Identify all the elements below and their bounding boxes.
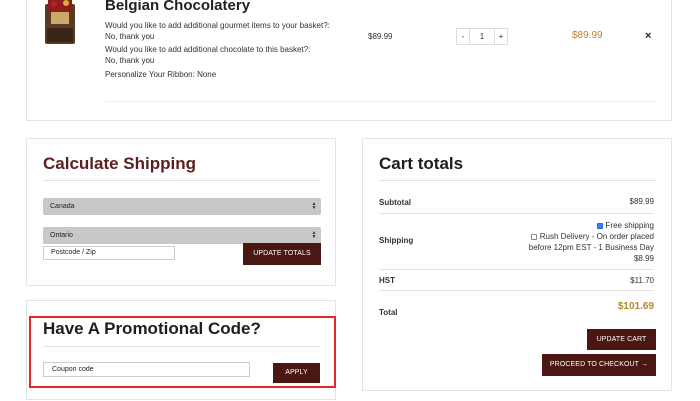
proceed-to-checkout-button[interactable]: PROCEED TO CHECKOUT →	[542, 354, 656, 376]
quantity-decrease-button[interactable]: -	[456, 28, 470, 45]
option-answer-gourmet: No, thank you	[105, 32, 155, 41]
rush-delivery-line1: Rush Delivery - On order placed	[539, 232, 654, 241]
product-image[interactable]	[42, 0, 78, 46]
ribbon-option: Personalize Your Ribbon: None	[105, 70, 217, 79]
shipping-title-rule	[43, 180, 320, 181]
shipping-title: Calculate Shipping	[43, 154, 197, 173]
free-shipping-option[interactable]: Free shipping	[596, 220, 654, 231]
free-shipping-checkbox[interactable]	[596, 223, 603, 229]
totals-title-rule	[379, 180, 656, 181]
shipping-label: Shipping	[379, 236, 414, 245]
select-arrows-icon: ▲▼	[311, 230, 317, 238]
totals-rule	[379, 290, 654, 291]
postcode-input[interactable]: Postcode / Zip	[43, 246, 175, 260]
rush-delivery-checkbox[interactable]	[530, 234, 537, 240]
rush-delivery-price: $8.99	[633, 254, 654, 263]
unit-price: $89.99	[368, 32, 393, 41]
country-select[interactable]: Canada ▲▼	[43, 198, 321, 215]
update-totals-button[interactable]: UPDATE TOTALS	[243, 243, 321, 265]
subtotal-label: Subtotal	[379, 198, 411, 207]
remove-item-icon[interactable]: ×	[645, 30, 651, 42]
total-label: Total	[379, 308, 398, 317]
cart-totals-title: Cart totals	[379, 154, 464, 173]
country-value: Canada	[50, 203, 75, 210]
update-cart-button[interactable]: UPDATE CART	[587, 329, 656, 350]
product-name[interactable]: Belgian Chocolatery	[105, 0, 250, 14]
line-subtotal: $89.99	[572, 30, 603, 41]
province-value: Ontario	[50, 232, 73, 239]
total-value: $101.69	[617, 301, 654, 312]
cart-totals-panel: Cart totals Subtotal $89.99 Shipping Fre…	[362, 138, 672, 391]
select-arrows-icon: ▲▼	[311, 201, 317, 209]
quantity-increase-button[interactable]: +	[494, 28, 508, 45]
hst-value: $11.70	[630, 276, 654, 285]
free-shipping-label: Free shipping	[605, 221, 654, 230]
rush-delivery-option[interactable]: Rush Delivery - On order placed	[530, 231, 654, 242]
option-question-gourmet: Would you like to add additional gourmet…	[105, 21, 330, 30]
quantity-stepper: - 1 +	[456, 28, 508, 45]
cart-item-row: Belgian Chocolatery Would you like to ad…	[26, 0, 672, 121]
option-question-chocolate: Would you like to add additional chocola…	[105, 45, 311, 54]
option-answer-chocolate: No, thank you	[105, 56, 155, 65]
totals-rule	[379, 213, 654, 214]
subtotal-value: $89.99	[629, 197, 654, 206]
totals-rule	[379, 269, 654, 270]
calculate-shipping-panel: Calculate Shipping Canada ▲▼ Ontario ▲▼ …	[26, 138, 336, 286]
hst-label: HST	[379, 276, 395, 285]
rush-delivery-line2: before 12pm EST - 1 Business Day	[528, 243, 654, 252]
quantity-input[interactable]: 1	[470, 28, 494, 45]
province-select[interactable]: Ontario ▲▼	[43, 227, 321, 244]
item-divider	[105, 101, 656, 102]
promo-highlight-box	[29, 316, 336, 388]
